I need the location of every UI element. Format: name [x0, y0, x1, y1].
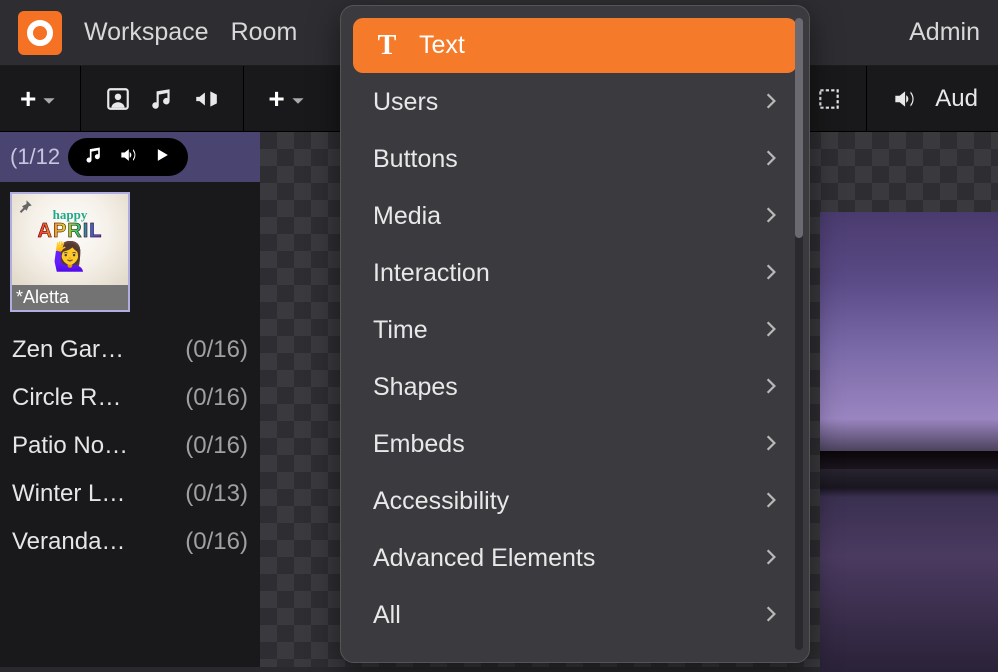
avatar-name: *Aletta [12, 285, 128, 310]
room-count: (0/16) [185, 528, 248, 556]
chevron-right-icon [765, 316, 777, 345]
room-name: Patio No… [12, 432, 128, 460]
chevron-down-icon [291, 83, 305, 115]
user-frame-icon[interactable] [105, 86, 131, 112]
plus-icon: + [268, 83, 284, 115]
add-button-left[interactable]: + [20, 83, 56, 115]
dropdown-item-label: Accessibility [373, 487, 509, 516]
logo-circle-icon [27, 20, 53, 46]
dropdown-item-label: Shapes [373, 373, 458, 402]
avatar-card[interactable]: happy APRIL 🙋‍♀️ *Aletta [10, 192, 130, 312]
volume-icon[interactable] [891, 86, 917, 112]
dropdown-scrollbar[interactable] [795, 18, 803, 650]
music-icon[interactable] [149, 86, 175, 112]
dropdown-item-label: Text [419, 31, 465, 60]
room-list-item[interactable]: Patio No… (0/16) [12, 422, 248, 470]
room-controls [68, 138, 188, 176]
music-icon[interactable] [84, 145, 104, 170]
sidebar: (1/12 happy APRIL 🙋‍♀️ *Aletta Zen Gar… (… [0, 132, 260, 667]
chevron-right-icon [765, 373, 777, 402]
pin-icon[interactable] [16, 198, 38, 220]
dropdown-item-media[interactable]: Media [353, 189, 797, 244]
add-element-dropdown: T Text Users Buttons Media Interaction Time Sha… [340, 5, 810, 663]
chevron-right-icon [765, 487, 777, 516]
dropdown-item-users[interactable]: Users [353, 75, 797, 130]
room-list-item[interactable]: Winter L… (0/13) [12, 470, 248, 518]
room-list-item[interactable]: Veranda… (0/16) [12, 518, 248, 566]
room-name: Winter L… [12, 480, 125, 508]
room-list: Zen Gar… (0/16) Circle R… (0/16) Patio No… (0… [0, 322, 260, 570]
room-count: (0/16) [185, 336, 248, 364]
chevron-right-icon [765, 88, 777, 117]
scene-image[interactable] [820, 212, 998, 672]
room-count: (0/16) [185, 432, 248, 460]
dropdown-item-label: Embeds [373, 430, 465, 459]
dropdown-item-advanced-elements[interactable]: Advanced Elements [353, 531, 797, 586]
app-logo[interactable] [18, 11, 62, 55]
room-count: (0/13) [185, 480, 248, 508]
nav-room[interactable]: Room [231, 18, 298, 47]
add-button-center[interactable]: + [268, 83, 304, 115]
chevron-right-icon [765, 145, 777, 174]
dropdown-item-buttons[interactable]: Buttons [353, 132, 797, 187]
room-name: Veranda… [12, 528, 125, 556]
dropdown-item-label: Time [373, 316, 428, 345]
chevron-down-icon [42, 83, 56, 115]
text-icon: T [373, 30, 401, 62]
plus-icon: + [20, 83, 36, 115]
dropdown-item-label: All [373, 601, 401, 630]
dropdown-item-label: Interaction [373, 259, 490, 288]
current-room-header[interactable]: (1/12 [0, 132, 260, 182]
dropdown-item-accessibility[interactable]: Accessibility [353, 474, 797, 529]
room-name: Zen Gar… [12, 336, 124, 364]
nav-admin[interactable]: Admin [909, 18, 980, 47]
dropdown-item-text[interactable]: T Text [353, 18, 797, 73]
chevron-right-icon [765, 430, 777, 459]
room-list-item[interactable]: Circle R… (0/16) [12, 374, 248, 422]
dropdown-item-label: Advanced Elements [373, 544, 595, 573]
play-icon[interactable] [152, 145, 172, 170]
dropdown-item-embeds[interactable]: Embeds [353, 417, 797, 472]
megaphone-icon[interactable] [193, 86, 219, 112]
audio-label[interactable]: Aud [935, 85, 978, 113]
dropdown-item-time[interactable]: Time [353, 303, 797, 358]
volume-icon[interactable] [118, 145, 138, 170]
dropdown-item-interaction[interactable]: Interaction [353, 246, 797, 301]
dropdown-item-shapes[interactable]: Shapes [353, 360, 797, 415]
scrollbar-thumb[interactable] [795, 18, 803, 238]
chevron-right-icon [765, 259, 777, 288]
room-list-item[interactable]: Zen Gar… (0/16) [12, 326, 248, 374]
nav-workspace[interactable]: Workspace [84, 18, 209, 47]
chevron-right-icon [765, 544, 777, 573]
room-count: (0/16) [185, 384, 248, 412]
chevron-right-icon [765, 202, 777, 231]
chevron-right-icon [765, 601, 777, 630]
room-name: Circle R… [12, 384, 121, 412]
dropdown-item-label: Users [373, 88, 438, 117]
dropdown-item-label: Buttons [373, 145, 458, 174]
room-user-count: (1/12 [10, 144, 60, 170]
frame-icon[interactable] [816, 86, 842, 112]
dropdown-item-label: Media [373, 202, 441, 231]
dropdown-item-all[interactable]: All [353, 588, 797, 643]
